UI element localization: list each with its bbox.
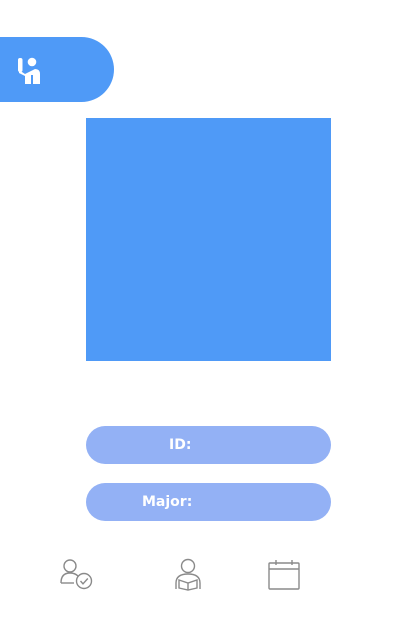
- user-check-icon[interactable]: [59, 557, 95, 593]
- student-id-label: ID:: [169, 437, 192, 453]
- raise-hand-button[interactable]: [0, 37, 114, 102]
- user-reading-icon[interactable]: [170, 557, 206, 593]
- major-label: Major:: [142, 494, 193, 510]
- student-id-field: ID:: [86, 426, 331, 464]
- raise-hand-icon: [18, 57, 40, 84]
- calendar-icon[interactable]: [266, 557, 302, 593]
- major-field: Major:: [86, 483, 331, 521]
- profile-photo: [86, 118, 331, 361]
